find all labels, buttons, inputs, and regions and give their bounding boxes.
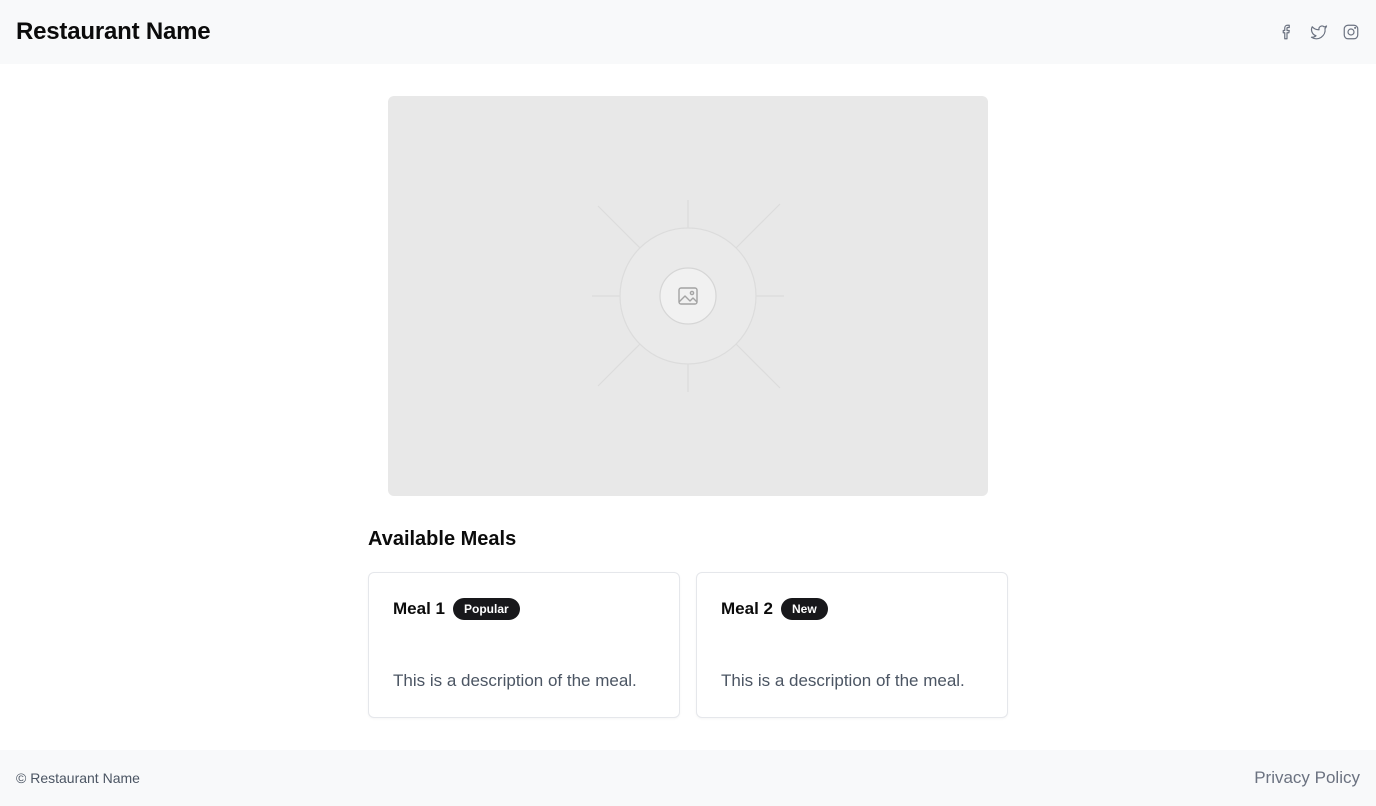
privacy-policy-link[interactable]: Privacy Policy: [1254, 768, 1360, 788]
meal-card[interactable]: Meal 1 Popular This is a description of …: [368, 572, 680, 718]
copyright-text: © Restaurant Name: [16, 770, 140, 786]
meal-description: This is a description of the meal.: [721, 671, 965, 690]
hero-image-placeholder: [388, 96, 988, 496]
facebook-icon[interactable]: [1278, 23, 1296, 41]
meal-card-header: Meal 1 Popular: [393, 597, 655, 621]
page: Restaurant Name Available Meals Meal 1 P…: [0, 0, 1376, 806]
restaurant-name[interactable]: Restaurant Name: [16, 18, 211, 46]
section-title: Available Meals: [368, 528, 517, 550]
instagram-icon[interactable]: [1342, 23, 1360, 41]
meal-title: Meal 2: [721, 599, 773, 618]
meal-badge: New: [780, 598, 828, 620]
twitter-icon[interactable]: [1310, 23, 1328, 41]
meal-title: Meal 1: [393, 599, 445, 618]
site-footer: © Restaurant Name Privacy Policy: [0, 750, 1376, 806]
meal-badge: Popular: [452, 598, 520, 620]
social-links: [1278, 23, 1360, 41]
placeholder-graphic: [592, 200, 784, 392]
meal-list: Meal 1 Popular This is a description of …: [368, 572, 1008, 718]
meal-description: This is a description of the meal.: [393, 671, 637, 690]
site-header: Restaurant Name: [0, 0, 1376, 64]
meal-card[interactable]: Meal 2 New This is a description of the …: [696, 572, 1008, 718]
meal-card-header: Meal 2 New: [721, 597, 983, 621]
